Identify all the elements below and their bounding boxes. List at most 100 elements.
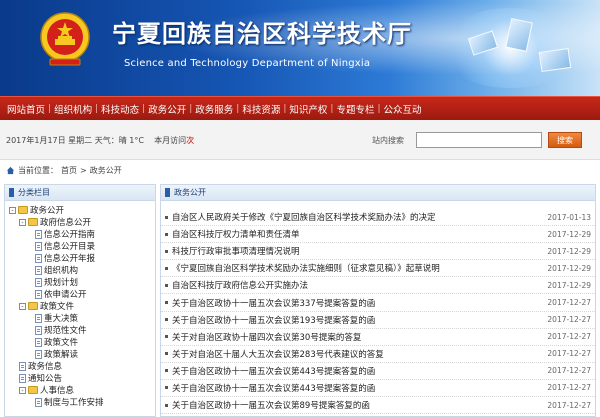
tree-item[interactable]: 组织机构: [7, 264, 155, 276]
article-title-link[interactable]: 关于自治区政协十一届五次会议第443号提案答复的函: [172, 365, 545, 377]
search-button[interactable]: 搜索: [548, 132, 582, 148]
weather-text: 天气：晴 1°C: [94, 136, 144, 145]
list-item[interactable]: 《宁夏回族自治区科学技术奖励办法实施细则（征求意见稿）》起草说明 2017-12-…: [161, 260, 595, 278]
tree-item[interactable]: 政策文件: [7, 336, 155, 348]
bullet-icon: [165, 386, 168, 390]
document-icon: [35, 313, 42, 323]
collapse-toggle-icon[interactable]: -: [19, 386, 26, 394]
tree-item[interactable]: 通知公告: [7, 372, 155, 384]
search-input[interactable]: [416, 132, 542, 148]
tree-item-label: 制度与工作安排: [44, 398, 104, 408]
home-icon: [6, 166, 15, 175]
sidebar-title: 分类栏目: [18, 188, 50, 197]
document-icon: [35, 337, 42, 347]
date-weather-text: 2017年1月17日 星期二 天气：晴 1°C 本月访问次: [6, 135, 194, 146]
collapse-toggle-icon[interactable]: -: [19, 302, 26, 310]
nav-item[interactable]: 网站首页: [4, 102, 48, 116]
tree-item[interactable]: 政策解读: [7, 348, 155, 360]
article-title-link[interactable]: 自治区科技厅政府信息公开实施办法: [172, 279, 545, 291]
site-title: 宁夏回族自治区科学技术厅: [112, 19, 412, 48]
bullet-icon: [165, 335, 168, 339]
nav-item[interactable]: 知识产权: [286, 102, 330, 116]
nav-item[interactable]: 政务服务: [192, 102, 236, 116]
nav-item[interactable]: 专题专栏: [333, 102, 377, 116]
panel-marker-icon: [9, 188, 14, 197]
article-title-link[interactable]: 关于自治区政协十一届五次会议第337号提案答复的函: [172, 297, 545, 309]
tree-item[interactable]: - 政策文件: [7, 300, 155, 312]
tree-item[interactable]: 政务信息: [7, 360, 155, 372]
tree-item-label: 政务信息: [28, 362, 63, 372]
list-item[interactable]: 关于自治区政协十一届五次会议第193号提案答复的函 2017-12-27: [161, 312, 595, 329]
nav-item[interactable]: 科技资源: [239, 102, 283, 116]
nav-item[interactable]: 政务公开: [145, 102, 189, 116]
article-title-link[interactable]: 关于对自治区政协十届四次会议第30号提案的答复: [172, 331, 545, 343]
list-item[interactable]: 关于自治区政协十一届五次会议第443号提案答复的函 2017-12-27: [161, 380, 595, 398]
nav-item[interactable]: 组织机构: [51, 102, 95, 116]
tree-item[interactable]: - 人事信息: [7, 384, 155, 396]
list-item[interactable]: 科技厅行政审批事项清理情况说明 2017-12-29: [161, 243, 595, 261]
document-icon: [35, 349, 42, 359]
tree-item[interactable]: - 政务公开: [7, 204, 155, 216]
tree-item-label: 人事信息: [40, 386, 75, 396]
list-item[interactable]: 自治区人民政府关于修改《宁夏回族自治区科学技术奖励办法》的决定 2017-01-1…: [161, 209, 595, 227]
article-list: 自治区人民政府关于修改《宁夏回族自治区科学技术奖励办法》的决定 2017-01-1…: [161, 201, 595, 415]
tree-item[interactable]: 重大决策: [7, 312, 155, 324]
article-date: 2017-12-29: [547, 229, 591, 239]
bullet-icon: [165, 266, 168, 270]
tree-item[interactable]: 规划计划: [7, 276, 155, 288]
article-title-link[interactable]: 《宁夏回族自治区科学技术奖励办法实施细则（征求意见稿）》起草说明: [172, 262, 545, 274]
article-title-link[interactable]: 科技厅行政审批事项清理情况说明: [172, 245, 545, 257]
article-title-link[interactable]: 自治区科技厅权力清单和责任清单: [172, 228, 545, 240]
article-title-link[interactable]: 关于自治区政协十一届五次会议第443号提案答复的函: [172, 382, 545, 394]
breadcrumb: 当前位置： 首页 > 政务公开: [6, 165, 122, 176]
bullet-icon: [165, 352, 168, 356]
collapse-toggle-icon[interactable]: -: [9, 206, 16, 214]
document-icon: [19, 361, 26, 371]
main-panel: 政务公开 自治区人民政府关于修改《宁夏回族自治区科学技术奖励办法》的决定 2017…: [160, 184, 596, 417]
main-panel-title: 政务公开: [174, 188, 206, 197]
collapse-toggle-icon[interactable]: -: [19, 218, 26, 226]
list-item[interactable]: 关于自治区政协十一届五次会议第443号提案答复的函 2017-12-27: [161, 363, 595, 380]
nav-item[interactable]: 科技动态: [98, 102, 142, 116]
national-emblem-icon: [40, 12, 90, 66]
tree-item[interactable]: 制度与工作安排: [7, 396, 155, 408]
bullet-icon: [165, 318, 168, 322]
tree-item[interactable]: 信息公开目录: [7, 240, 155, 252]
tree-item-label: 通知公告: [28, 374, 63, 384]
main-nav: 网站首页 | 组织机构 | 科技动态 | 政务公开 | 政务服务 | 科技资源 | 知识产权 | 专题专栏 |…: [0, 96, 600, 120]
breadcrumb-home-link[interactable]: 首页: [61, 165, 77, 176]
list-item[interactable]: 关于对自治区政协十届四次会议第30号提案的答复 2017-12-27: [161, 329, 595, 346]
article-date: 2017-12-29: [547, 246, 591, 256]
tree-item[interactable]: 信息公开年报: [7, 252, 155, 264]
tree-item[interactable]: - 政府信息公开: [7, 216, 155, 228]
list-item[interactable]: 关于自治区政协十一届五次会议第89号提案答复的函 2017-12-27: [161, 397, 595, 415]
document-icon: [19, 373, 26, 383]
list-item[interactable]: 关于对自治区十届人大五次会议第283号代表建议的答复 2017-12-27: [161, 346, 595, 363]
article-date: 2017-12-29: [547, 263, 591, 273]
list-item[interactable]: 关于自治区政协十一届五次会议第337号提案答复的函 2017-12-27: [161, 294, 595, 312]
article-title-link[interactable]: 自治区人民政府关于修改《宁夏回族自治区科学技术奖励办法》的决定: [172, 211, 545, 223]
tree-item-label: 政策解读: [44, 350, 79, 360]
document-icon: [35, 289, 42, 299]
document-icon: [35, 277, 42, 287]
document-icon: [35, 325, 42, 335]
document-icon: [35, 253, 42, 263]
tree-item-label: 政策文件: [44, 338, 79, 348]
article-title-link[interactable]: 关于自治区政协十一届五次会议第193号提案答复的函: [172, 314, 545, 326]
nav-item[interactable]: 公众互动: [381, 102, 425, 116]
list-item[interactable]: 自治区科技厅政府信息公开实施办法 2017-12-29: [161, 277, 595, 295]
tree-item[interactable]: 依申请公开: [7, 288, 155, 300]
bullet-icon: [165, 249, 168, 253]
tree-item[interactable]: 规范性文件: [7, 324, 155, 336]
article-title-link[interactable]: 关于对自治区十届人大五次会议第283号代表建议的答复: [172, 348, 545, 360]
list-item[interactable]: 自治区科技厅权力清单和责任清单 2017-12-29: [161, 226, 595, 244]
document-icon: [35, 265, 42, 275]
bullet-icon: [165, 301, 168, 305]
sidebar: 分类栏目 - 政务公开 - 政府信息公开 信息公开指南 信息公开目录 信息公开年报 组织机构规…: [4, 184, 156, 417]
folder-icon: [28, 218, 38, 226]
tree-item-label: 规范性文件: [44, 326, 87, 336]
tree-item[interactable]: 信息公开指南: [7, 228, 155, 240]
article-title-link[interactable]: 关于自治区政协十一届五次会议第89号提案答复的函: [172, 399, 545, 411]
search-label: 站内搜索: [372, 136, 404, 145]
site-subtitle: Science and Technology Department of Nin…: [124, 58, 371, 69]
